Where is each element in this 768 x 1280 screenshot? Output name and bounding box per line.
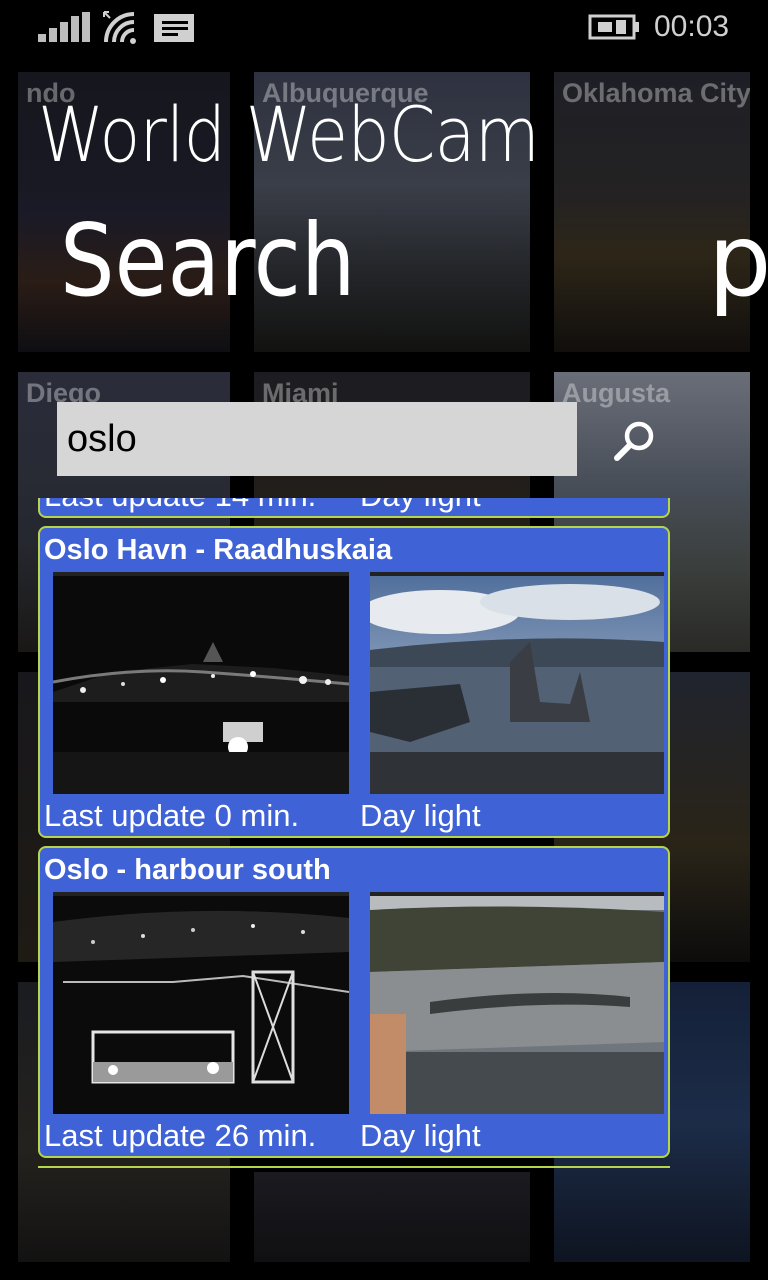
battery-charging-icon [588, 14, 639, 40]
day-status-label: Day light [360, 498, 481, 514]
background-tile [254, 1172, 530, 1262]
results-list[interactable]: Last update 14 min. Day light Oslo Havn … [38, 498, 672, 1170]
search-input[interactable] [57, 402, 577, 476]
tile-city-label: Oklahoma City [562, 78, 750, 108]
message-icon [154, 14, 194, 42]
result-card[interactable]: Oslo - harbour south Last update 26 min.… [38, 846, 670, 1158]
last-update-label: Last update 26 min. [44, 1118, 317, 1153]
day-status-label: Day light [360, 798, 481, 833]
camera-day-thumbnail[interactable] [370, 572, 664, 794]
next-pivot-peek[interactable]: p [708, 202, 768, 319]
status-clock: 00:03 [654, 10, 730, 43]
page-title: Search [60, 202, 356, 319]
status-bar: 00:03 [0, 0, 768, 56]
signal-strength-icon [38, 12, 90, 42]
camera-night-thumbnail[interactable] [53, 892, 349, 1114]
result-card[interactable]: Last update 14 min. Day light [38, 498, 670, 518]
camera-name: Oslo Havn - Raadhuskaia [44, 534, 393, 566]
last-update-label: Last update 14 min. [44, 498, 316, 514]
camera-day-thumbnail[interactable] [370, 892, 664, 1114]
app-title: World WebCam [38, 90, 540, 179]
day-status-label: Day light [360, 1118, 481, 1153]
camera-night-thumbnail[interactable] [53, 572, 349, 794]
search-icon[interactable] [612, 418, 658, 464]
camera-name: Oslo - harbour south [44, 854, 331, 886]
result-card[interactable]: Oslo Havn - Raadhuskaia Last update 0 mi… [38, 526, 670, 838]
wifi-icon [103, 11, 136, 44]
tile-city-label: Augusta [562, 378, 670, 408]
last-update-label: Last update 0 min. [44, 798, 300, 833]
next-card-edge [38, 1166, 670, 1168]
